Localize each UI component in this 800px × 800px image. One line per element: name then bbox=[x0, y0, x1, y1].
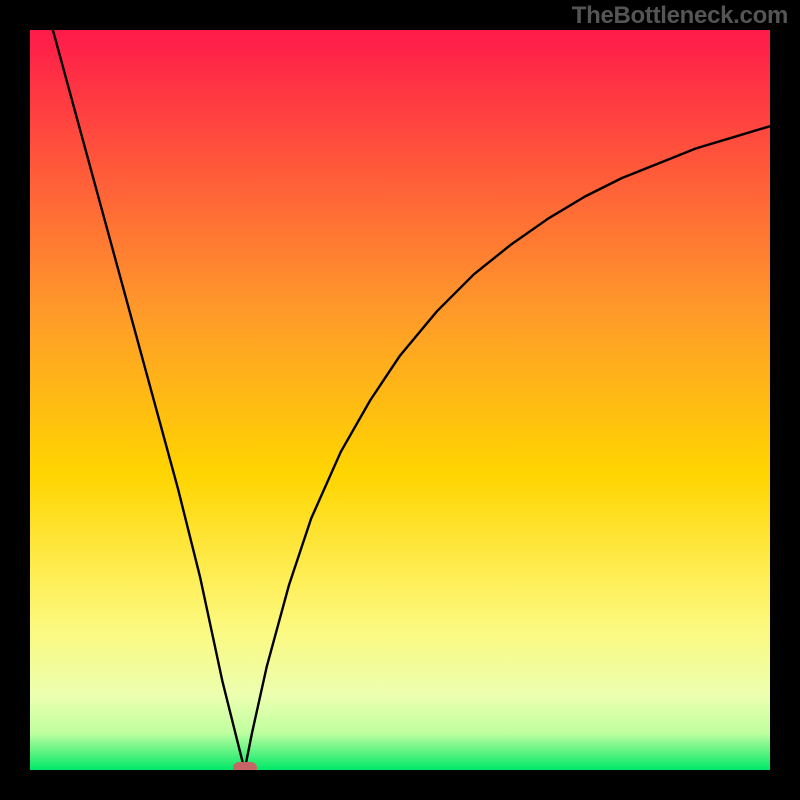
curve-layer bbox=[30, 30, 770, 770]
watermark-text: TheBottleneck.com bbox=[572, 2, 788, 30]
plot-area bbox=[30, 30, 770, 770]
chart-frame: TheBottleneck.com bbox=[0, 0, 800, 800]
minimum-marker bbox=[233, 762, 257, 770]
v-curve bbox=[30, 30, 770, 770]
